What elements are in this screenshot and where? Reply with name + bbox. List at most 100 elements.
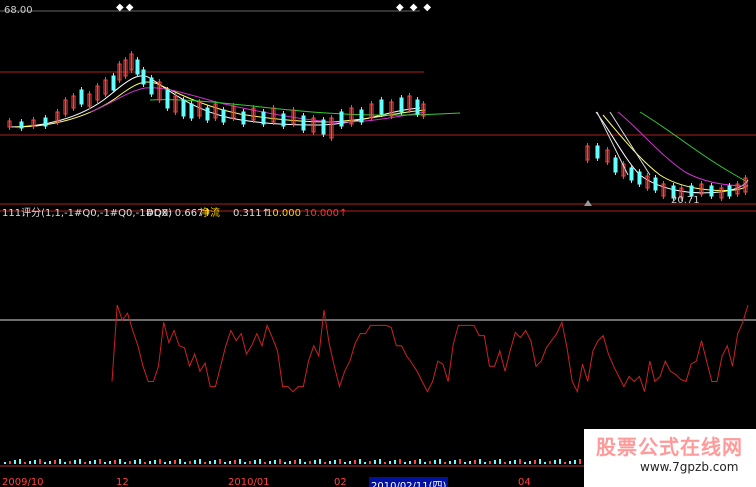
volume-bar: [149, 461, 151, 464]
volume-bar: [489, 461, 491, 464]
volume-bar: [9, 461, 11, 464]
indicator-value-1: 10.000: [266, 208, 301, 219]
watermark-title: 股票公式在线网: [596, 435, 743, 459]
candlestick: [637, 171, 642, 185]
volume-bar: [269, 461, 271, 464]
candlestick: [709, 185, 714, 197]
candlestick: [301, 115, 306, 131]
volume-bar: [304, 462, 306, 464]
volume-bar: [159, 459, 161, 464]
volume-bar: [209, 461, 211, 464]
volume-bar: [434, 460, 436, 464]
volume-bar: [204, 462, 206, 464]
volume-bar: [459, 459, 461, 464]
candlestick: [19, 121, 24, 129]
volume-bar: [374, 460, 376, 464]
volume-bar: [479, 459, 481, 464]
candlestick: [79, 89, 84, 105]
candlestick: [339, 111, 344, 127]
chart-canvas[interactable]: [0, 0, 756, 487]
volume-bar: [289, 461, 291, 464]
candlestick: [359, 109, 364, 123]
volume-bar: [334, 460, 336, 464]
indicator-score-line: [111, 304, 749, 394]
candlestick: [415, 99, 420, 115]
candlestick: [135, 59, 140, 75]
volume-bar: [579, 459, 581, 464]
volume-bar: [144, 462, 146, 464]
volume-bar: [104, 462, 106, 464]
volume-bar: [14, 460, 16, 464]
volume-bar: [94, 460, 96, 464]
candlestick: [399, 97, 404, 113]
volume-bar: [534, 460, 536, 464]
volume-bar: [574, 460, 576, 464]
volume-bar: [44, 462, 46, 464]
volume-bar: [199, 459, 201, 464]
volume-bar: [294, 460, 296, 464]
moving-average-line: [602, 114, 749, 191]
net-flow-label: 净流: [200, 208, 220, 219]
volume-bar: [264, 462, 266, 464]
volume-bar: [569, 461, 571, 464]
volume-bar: [414, 460, 416, 464]
moving-average-line: [595, 111, 749, 194]
volume-bar: [224, 462, 226, 464]
volume-bar: [29, 461, 31, 464]
volume-bar: [39, 459, 41, 464]
volume-bar: [394, 460, 396, 464]
volume-bar: [484, 462, 486, 464]
candlestick: [241, 111, 246, 125]
volume-bar: [324, 462, 326, 464]
volume-bar: [339, 459, 341, 464]
volume-bar: [349, 461, 351, 464]
volume-bar: [364, 462, 366, 464]
volume-bar: [129, 461, 131, 464]
candlestick: [379, 99, 384, 115]
candlestick: [149, 77, 154, 95]
volume-bar: [24, 462, 26, 464]
date-tick: 12: [116, 477, 129, 487]
indicator-value-2: 10.000↑: [304, 208, 348, 219]
volume-bar: [74, 460, 76, 464]
volume-bar: [219, 459, 221, 464]
volume-bar: [554, 460, 556, 464]
candlestick: [261, 111, 266, 125]
volume-bar: [359, 459, 361, 464]
volume-bar: [114, 460, 116, 464]
volume-bar: [494, 460, 496, 464]
volume-bar: [194, 460, 196, 464]
date-tick: 02: [334, 477, 347, 487]
volume-bar: [69, 461, 71, 464]
low-price-label: 20.71: [671, 195, 700, 206]
volume-bar: [124, 462, 126, 464]
volume-bar: [509, 461, 511, 464]
candlestick: [43, 117, 48, 127]
signal-markers-right: ◆◆◆: [396, 2, 438, 13]
volume-bar: [214, 460, 216, 464]
volume-bar: [179, 459, 181, 464]
volume-bar: [539, 459, 541, 464]
watermark-url: www.7gpzb.com: [640, 460, 739, 474]
volume-bar: [329, 461, 331, 464]
volume-bar: [559, 459, 561, 464]
volume-bar: [319, 459, 321, 464]
candlestick: [165, 89, 170, 109]
volume-bar: [519, 459, 521, 464]
volume-bar: [529, 461, 531, 464]
volume-bar: [34, 460, 36, 464]
volume-bar: [389, 461, 391, 464]
volume-bar: [404, 462, 406, 464]
volume-bar: [79, 459, 81, 464]
volume-bar: [369, 461, 371, 464]
volume-bar: [64, 462, 66, 464]
marker-triangle: [584, 200, 592, 206]
volume-bar: [354, 460, 356, 464]
volume-bar: [189, 461, 191, 464]
volume-bar: [344, 462, 346, 464]
volume-bar: [259, 459, 261, 464]
volume-bar: [244, 462, 246, 464]
net-flow-value: 0.311↑: [233, 208, 271, 219]
volume-bar: [109, 461, 111, 464]
candlestick: [595, 145, 600, 159]
